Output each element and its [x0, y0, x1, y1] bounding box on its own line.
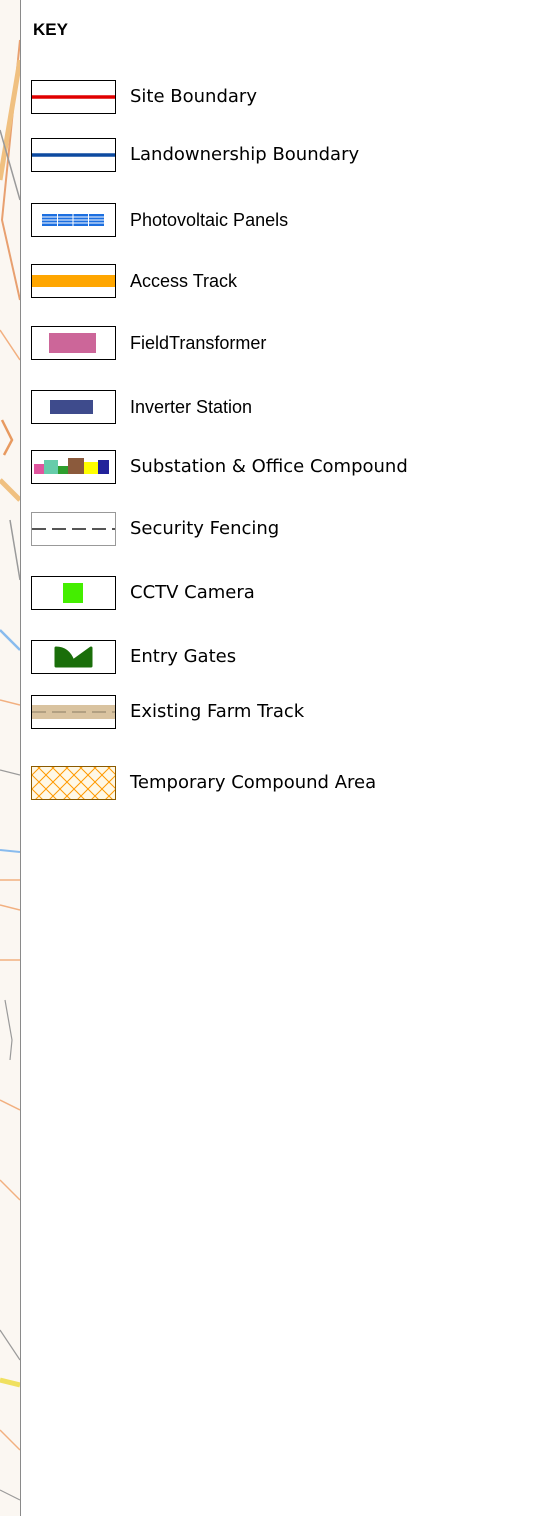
key-title: KEY	[33, 20, 68, 39]
legend-label: Landownership Boundary	[130, 144, 360, 165]
access-track-swatch	[31, 264, 116, 298]
legend-label: Entry Gates	[130, 646, 237, 667]
site-boundary-swatch	[31, 80, 116, 114]
entry-gates-swatch	[31, 640, 116, 674]
legend-label: Substation & Office Compound	[130, 456, 408, 477]
legend-label: Access Track	[130, 271, 238, 291]
security-fencing-swatch	[31, 512, 116, 546]
photovoltaic-panels-swatch	[31, 203, 116, 237]
legend-label: Photovoltaic Panels	[130, 210, 289, 230]
legend-label: Site Boundary	[130, 86, 257, 107]
legend-label: Temporary Compound Area	[130, 772, 377, 793]
legend-label: Existing Farm Track	[130, 701, 305, 722]
field-transformer-swatch	[31, 326, 116, 360]
existing-farm-track-swatch	[31, 695, 116, 729]
cctv-camera-swatch	[31, 576, 116, 610]
landownership-boundary-swatch	[31, 138, 116, 172]
inverter-station-swatch	[31, 390, 116, 424]
substation-office-compound-swatch	[31, 450, 116, 484]
legend-label: Inverter Station	[130, 397, 253, 417]
legend-label: FieldTransformer	[130, 333, 267, 353]
temporary-compound-area-swatch	[31, 766, 116, 800]
map-edge-fragment	[0, 0, 20, 1516]
legend-label: Security Fencing	[130, 518, 280, 539]
legend-label: CCTV Camera	[130, 582, 255, 603]
key-panel-border	[20, 0, 21, 1516]
